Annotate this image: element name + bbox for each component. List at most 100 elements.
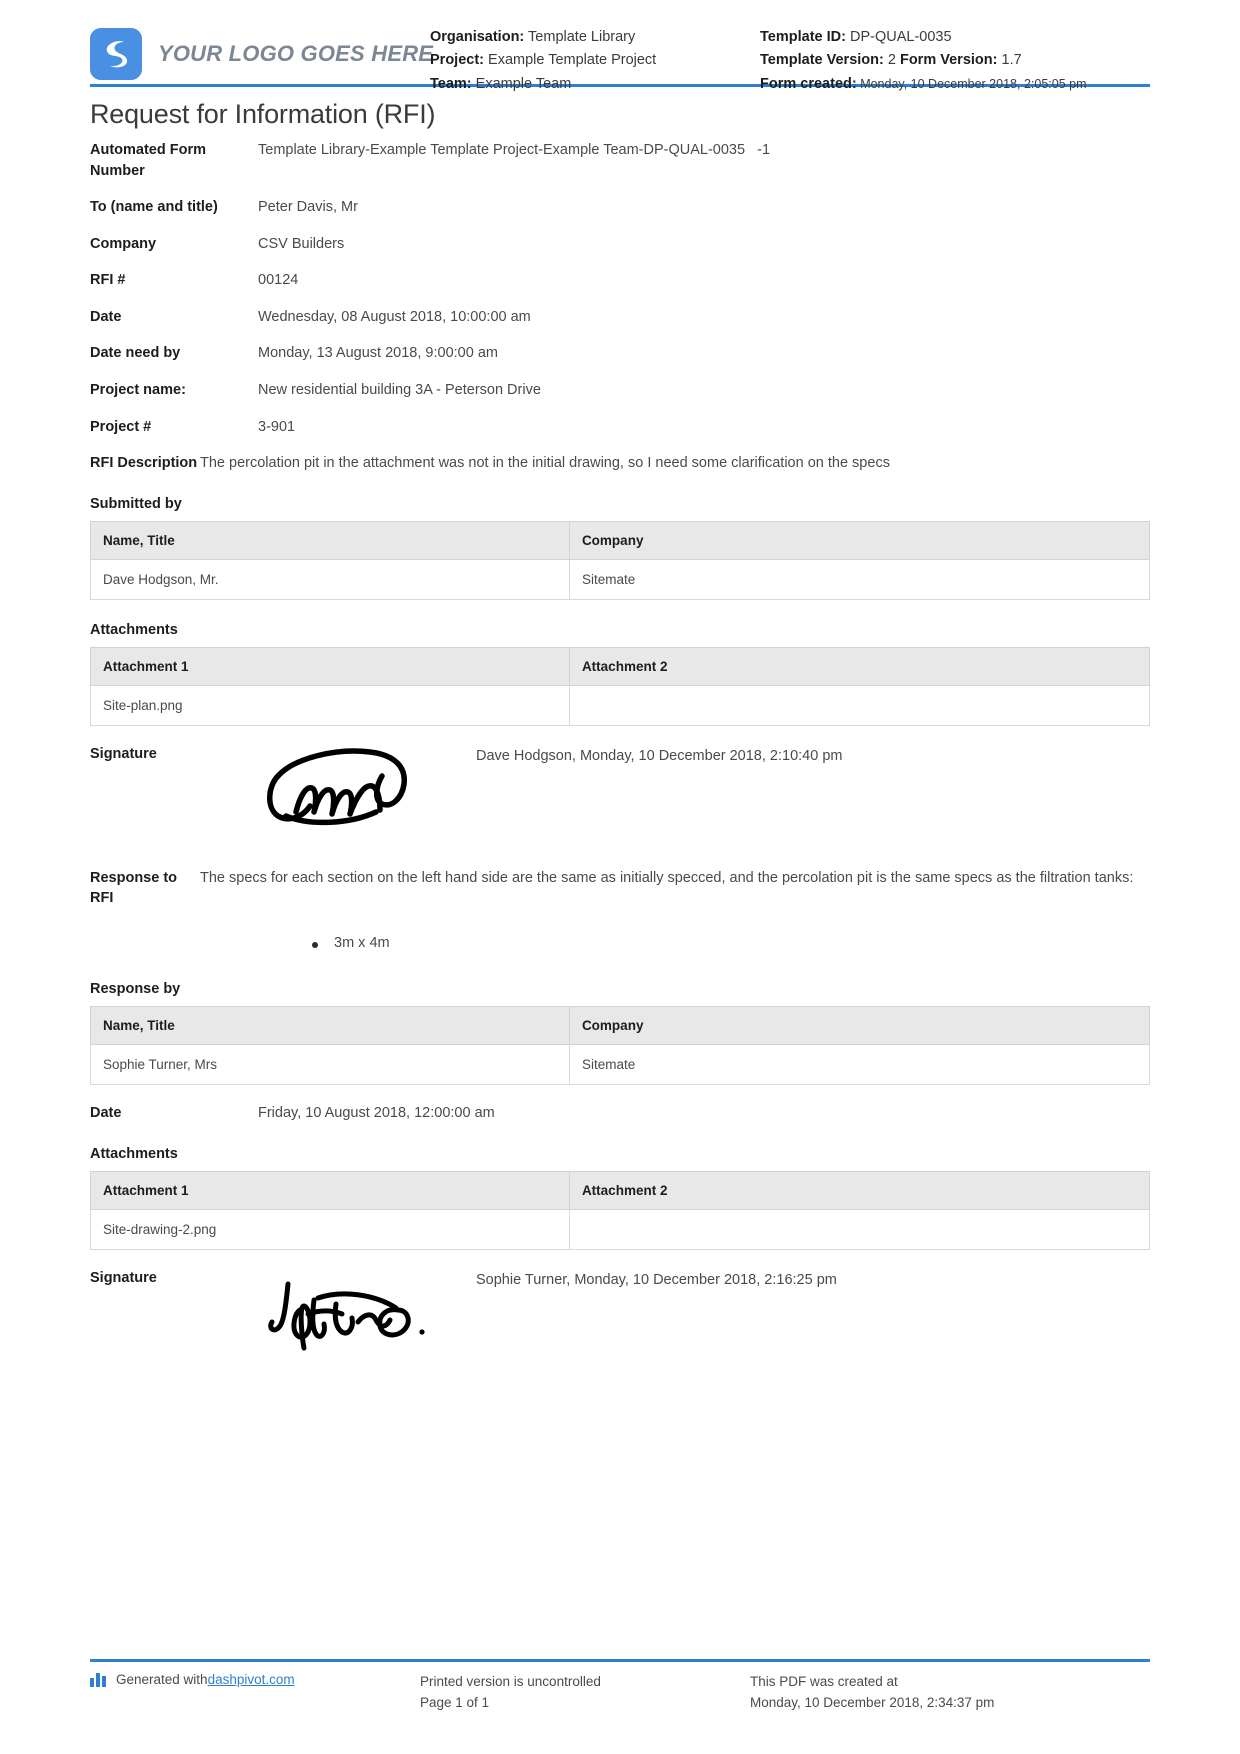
template-id-label: Template ID:	[760, 29, 846, 45]
form-created-value: Monday, 10 December 2018, 2:05:05 pm	[860, 76, 1087, 91]
document-footer: Generated with dashpivot.com Printed ver…	[90, 1659, 1150, 1714]
signature-image-1	[258, 746, 476, 832]
organisation-line: Organisation: Template Library	[430, 26, 760, 49]
footer-print-info: Printed version is uncontrolled Page 1 o…	[420, 1672, 750, 1714]
submitted-by-heading: Submitted by	[90, 495, 182, 512]
form-version-label: Form Version:	[899, 52, 998, 69]
field-label: Date need by	[90, 345, 181, 362]
document-header: YOUR LOGO GOES HERE Organisation: Templa…	[90, 0, 1150, 92]
signature-label-2: Signature	[90, 1269, 157, 1286]
column-header-attachment-1: Attachment 1	[90, 1170, 570, 1210]
table-header-row: Attachment 1 Attachment 2	[90, 1170, 1151, 1210]
field-value: The percolation pit in the attachment wa…	[200, 455, 890, 472]
created-at-value: Monday, 10 December 2018, 2:34:37 pm	[750, 1695, 995, 1711]
form-created-line: Form created: Monday, 10 December 2018, …	[760, 73, 1150, 96]
response-label: Response to RFI	[90, 869, 178, 907]
field-row-to-name-and-title: To (name and title) Peter Davis, Mr	[90, 197, 1150, 218]
column-header-name-title: Name, Title	[90, 1005, 570, 1045]
field-value: Monday, 13 August 2018, 9:00:00 am	[258, 345, 498, 362]
field-row-company: Company CSV Builders	[90, 234, 1150, 255]
field-value: Template Library-Example Template Projec…	[258, 142, 771, 158]
organisation-value: Template Library	[528, 29, 636, 45]
field-value: Wednesday, 08 August 2018, 10:00:00 am	[258, 308, 531, 325]
signature-meta-2: Sophie Turner, Monday, 10 December 2018,…	[476, 1271, 837, 1288]
field-label: Project name:	[90, 382, 186, 399]
header-meta-left: Organisation: Template Library Project: …	[430, 22, 760, 96]
table-row: Sophie Turner, Mrs Sitemate	[90, 1043, 1151, 1085]
page-number: Page 1 of 1	[420, 1695, 490, 1711]
cell-attachment-2	[568, 1208, 1151, 1250]
response-date-value: Friday, 10 August 2018, 12:00:00 am	[258, 1104, 495, 1121]
field-label: RFI Description	[90, 455, 198, 472]
organisation-label: Organisation:	[430, 29, 525, 45]
table-row: Site-drawing-2.png	[90, 1208, 1151, 1250]
field-row-date-need-by: Date need by Monday, 13 August 2018, 9:0…	[90, 343, 1150, 364]
project-line: Project: Example Template Project	[430, 49, 760, 72]
table-row: Site-plan.png	[90, 684, 1151, 726]
form-version-value: 1.7	[1001, 52, 1022, 69]
list-item: 3m x 4m	[312, 935, 1150, 951]
table-header-row: Name, Title Company	[90, 520, 1151, 560]
column-header-attachment-2: Attachment 2	[568, 646, 1151, 686]
signature-label-1: Signature	[90, 745, 157, 762]
field-row-response-date: Date Friday, 10 August 2018, 12:00:00 am	[90, 1103, 1150, 1124]
template-version-value: 2	[887, 52, 896, 69]
field-row-project-number: Project # 3-901	[90, 417, 1150, 438]
field-row-rfi-number: RFI # 00124	[90, 270, 1150, 291]
team-label: Team:	[430, 75, 472, 92]
uncontrolled-notice: Printed version is uncontrolled	[420, 1674, 601, 1690]
cell-name-title: Sophie Turner, Mrs	[90, 1043, 570, 1085]
field-value: 3-901	[258, 418, 296, 435]
table-header-row: Name, Title Company	[90, 1005, 1151, 1045]
signature-meta-1: Dave Hodgson, Monday, 10 December 2018, …	[476, 747, 843, 764]
cell-company: Sitemate	[568, 558, 1151, 600]
footer-generated-with: Generated with dashpivot.com	[90, 1672, 420, 1688]
dashpivot-link[interactable]: dashpivot.com	[208, 1672, 295, 1687]
response-bullet-list: 3m x 4m	[90, 935, 1150, 951]
column-header-company: Company	[568, 520, 1151, 560]
column-header-name-title: Name, Title	[90, 520, 570, 560]
form-created-label: Form created:	[760, 75, 857, 92]
field-value: New residential building 3A - Peterson D…	[258, 382, 541, 399]
company-logo-icon	[90, 28, 142, 80]
attachments-table-1: Attachment 1 Attachment 2 Site-plan.png	[90, 646, 1151, 726]
cell-attachment-2	[568, 684, 1151, 726]
field-value: Peter Davis, Mr	[258, 199, 358, 216]
field-label: Company	[90, 235, 157, 252]
project-value: Example Template Project	[488, 52, 657, 69]
field-label: RFI #	[90, 272, 126, 289]
response-by-heading: Response by	[90, 980, 181, 997]
field-row-response-to-rfi: Response to RFI The specs for each secti…	[90, 868, 1150, 909]
footer-created-info: This PDF was created at Monday, 10 Decem…	[750, 1672, 1150, 1714]
field-label: Date	[90, 308, 122, 325]
page-title: Request for Information (RFI)	[90, 99, 436, 129]
cell-attachment-1: Site-plan.png	[90, 684, 570, 726]
version-line: Template Version: 2 Form Version: 1.7	[760, 49, 1150, 72]
document-page: YOUR LOGO GOES HERE Organisation: Templa…	[0, 0, 1240, 1754]
signature-image-2	[258, 1270, 476, 1356]
field-label: Project #	[90, 418, 152, 435]
field-label: To (name and title)	[90, 199, 218, 216]
cell-attachment-1: Site-drawing-2.png	[90, 1208, 570, 1250]
signature-block-1: Signature Dave Hodgson, Monday, 10 Decem…	[90, 746, 1150, 832]
cell-company: Sitemate	[568, 1043, 1151, 1085]
response-by-table: Name, Title Company Sophie Turner, Mrs S…	[90, 1005, 1151, 1085]
template-id-value: DP-QUAL-0035	[849, 29, 952, 45]
team-line: Team: Example Team	[430, 73, 760, 96]
table-row: Dave Hodgson, Mr. Sitemate	[90, 558, 1151, 600]
table-header-row: Attachment 1 Attachment 2	[90, 646, 1151, 686]
project-label: Project:	[430, 52, 484, 69]
attachments-heading-1: Attachments	[90, 621, 178, 638]
column-header-attachment-2: Attachment 2	[568, 1170, 1151, 1210]
response-date-label: Date	[90, 1104, 122, 1121]
team-value: Example Team	[475, 75, 572, 92]
response-value: The specs for each section on the left h…	[200, 869, 1134, 886]
dashpivot-logo-icon	[90, 1672, 108, 1688]
column-header-company: Company	[568, 1005, 1151, 1045]
template-id-line: Template ID: DP-QUAL-0035	[760, 26, 1150, 49]
template-version-label: Template Version:	[760, 52, 884, 69]
logo-text: YOUR LOGO GOES HERE	[158, 41, 434, 66]
header-meta-right: Template ID: DP-QUAL-0035 Template Versi…	[760, 22, 1150, 96]
field-value: CSV Builders	[258, 235, 345, 252]
attachments-heading-2: Attachments	[90, 1145, 178, 1162]
